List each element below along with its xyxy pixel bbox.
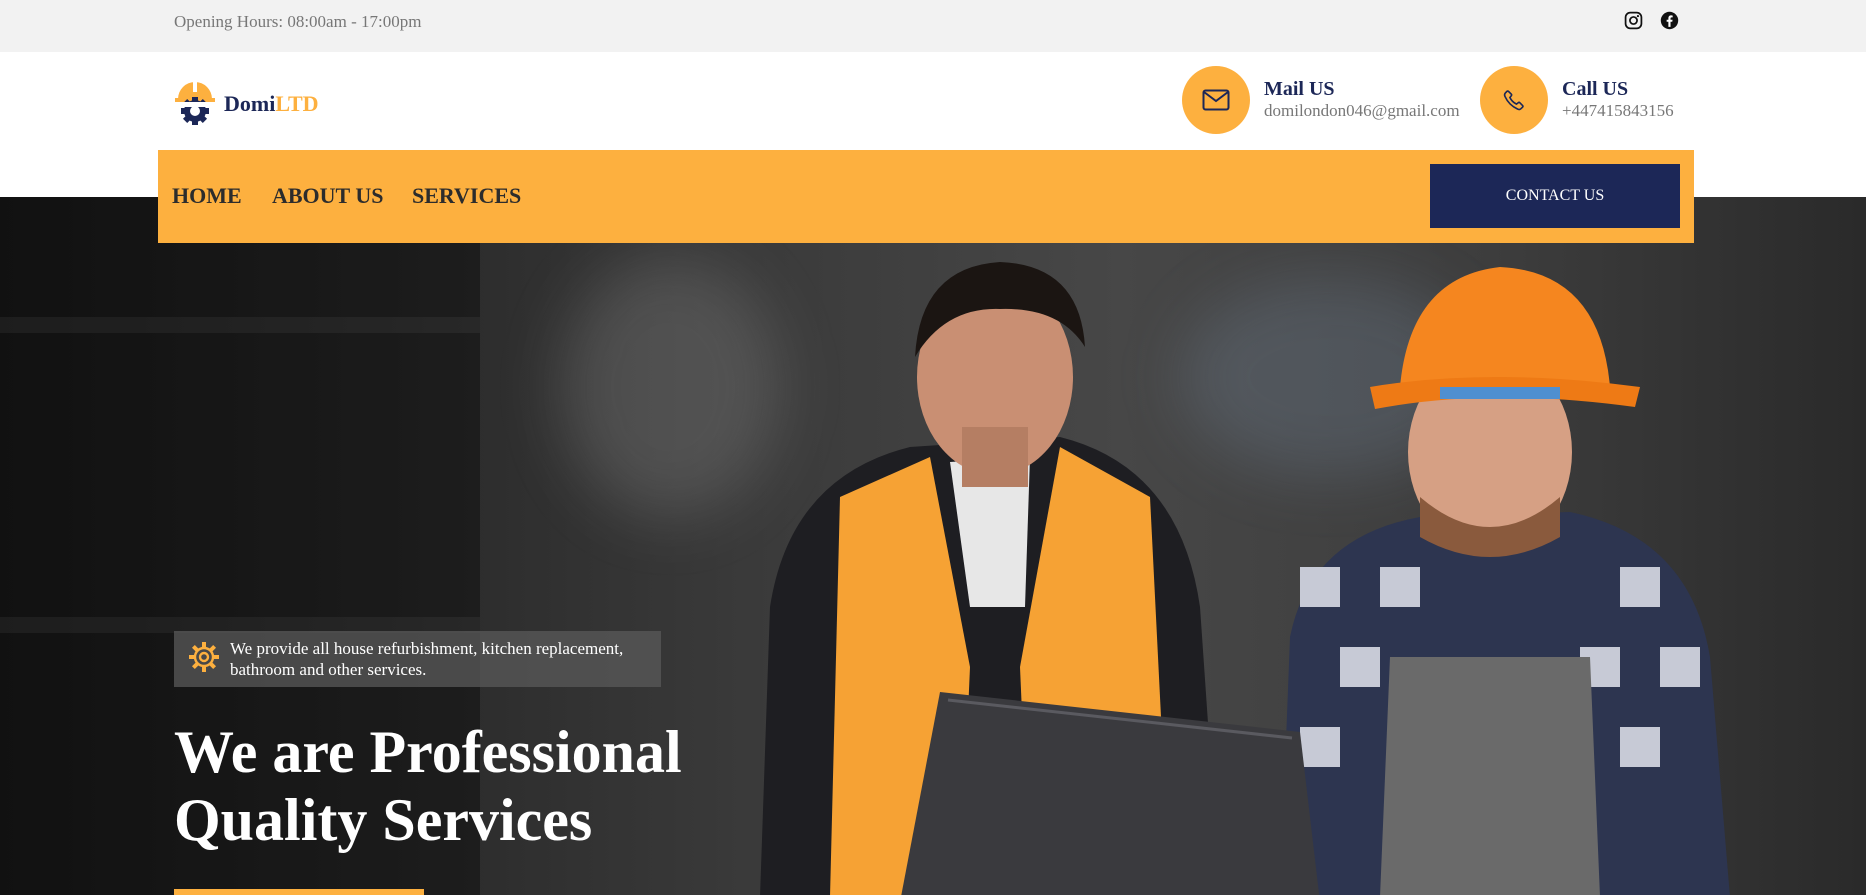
hero-background-shelf <box>0 317 480 333</box>
facebook-icon[interactable] <box>1658 9 1680 31</box>
nav-services[interactable]: SERVICES <box>412 183 521 209</box>
call-title: Call US <box>1562 78 1629 100</box>
call-contact[interactable]: Call US +447415843156 <box>1480 66 1674 134</box>
brand-accent: LTD <box>275 90 319 116</box>
helmet-gear-logo-icon <box>172 77 218 130</box>
brand-name: DomiLTD <box>224 90 319 116</box>
main-nav: HOME ABOUT US SERVICES CONTACT US <box>158 150 1694 243</box>
contact-us-button[interactable]: CONTACT US <box>1430 164 1680 228</box>
hero-tagline: We provide all house refurbishment, kitc… <box>174 631 661 687</box>
mail-title: Mail US <box>1264 78 1335 100</box>
site-logo[interactable]: DomiLTD <box>172 77 319 130</box>
headline-line-1: We are Professional <box>174 719 682 785</box>
phone-number[interactable]: +447415843156 <box>1562 100 1674 122</box>
nav-about-us[interactable]: ABOUT US <box>272 183 383 209</box>
mail-contact[interactable]: Mail US domilondon046@gmail.com <box>1182 66 1460 134</box>
gear-icon <box>188 641 220 678</box>
phone-icon <box>1480 66 1548 134</box>
headline-line-2: Quality Services <box>174 787 593 853</box>
hero-cta-button[interactable] <box>174 889 424 895</box>
tagline-text: We provide all house refurbishment, kitc… <box>230 639 624 679</box>
opening-hours: Opening Hours: 08:00am - 17:00pm <box>174 12 422 31</box>
laptop-image <box>901 692 1320 895</box>
nav-home[interactable]: HOME <box>172 183 242 209</box>
instagram-icon[interactable] <box>1622 9 1644 31</box>
hero-headline: We are Professional Quality Services <box>174 718 682 854</box>
envelope-icon <box>1182 66 1250 134</box>
mail-address[interactable]: domilondon046@gmail.com <box>1264 100 1460 122</box>
top-bar: Opening Hours: 08:00am - 17:00pm <box>0 0 1866 52</box>
